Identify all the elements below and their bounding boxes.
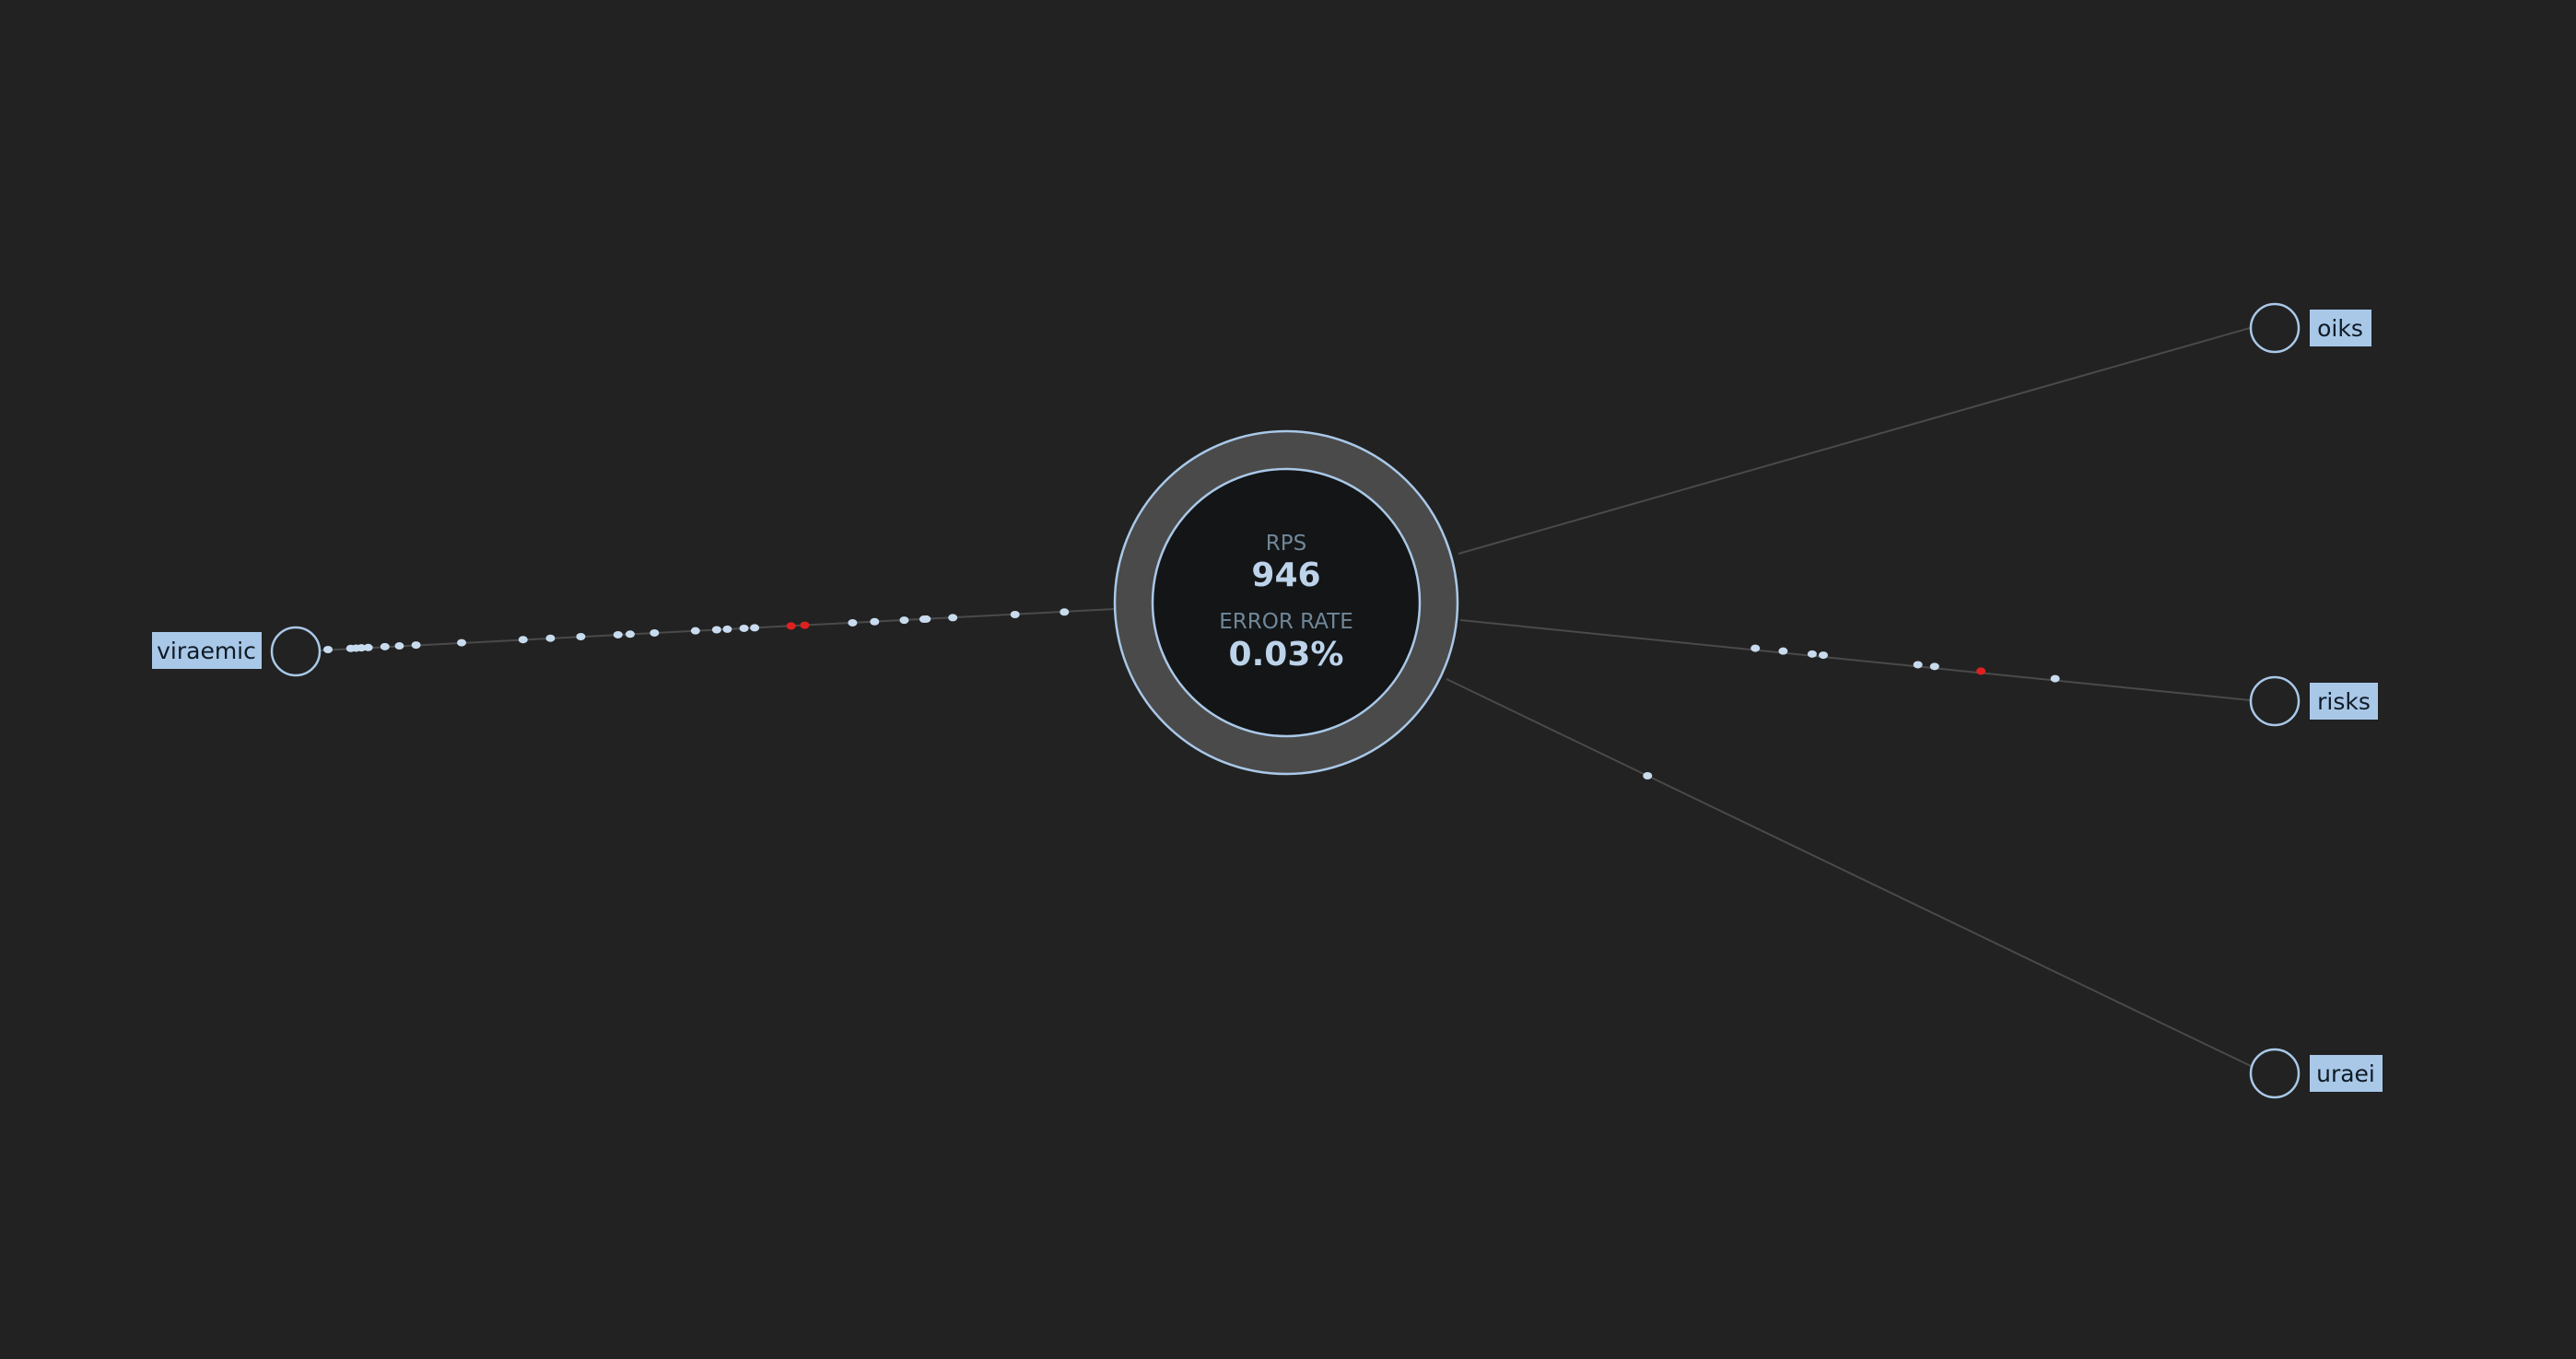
traffic-particle-ok-viraemic: [394, 642, 404, 650]
traffic-particle-ok-risks: [1778, 647, 1788, 655]
center-core: [1151, 467, 1422, 738]
traffic-particle-ok-viraemic: [576, 633, 586, 641]
node-circle-uraei: [2249, 1048, 2301, 1099]
node-circle-risks: [2249, 675, 2301, 727]
traffic-particle-error-viraemic: [800, 621, 810, 629]
node-viraemic[interactable]: viraemic: [152, 626, 322, 677]
edge-uraei: [1446, 678, 2252, 1067]
node-circle-oiks: [2249, 302, 2301, 354]
node-label-risks: risks: [2317, 688, 2371, 715]
traffic-particle-ok-uraei: [1643, 772, 1653, 779]
edge-risks: [1459, 619, 2251, 701]
traffic-particle-ok-viraemic: [711, 626, 721, 634]
traffic-particle-ok-risks: [2050, 674, 2060, 683]
rps-value: 946: [1251, 556, 1320, 594]
traffic-particle-ok-viraemic: [870, 617, 880, 626]
traffic-particle-ok-viraemic: [380, 642, 390, 650]
traffic-particle-ok-viraemic: [1010, 610, 1020, 618]
node-risks[interactable]: risks: [2249, 675, 2378, 727]
node-circle-viraemic: [270, 626, 322, 677]
traffic-particle-ok-viraemic: [323, 646, 333, 653]
center-service[interactable]: RPS 946 ERROR RATE 0.03%: [1113, 429, 1459, 776]
rps-label: RPS: [1266, 532, 1306, 556]
traffic-particle-ok-viraemic: [518, 636, 528, 644]
node-uraei[interactable]: uraei: [2249, 1048, 2383, 1099]
traffic-particle-ok-risks: [1929, 662, 1939, 671]
traffic-particle-error-viraemic: [786, 622, 796, 630]
traffic-particle-ok-viraemic: [750, 624, 760, 632]
error-rate-value: 0.03%: [1229, 636, 1344, 674]
node-label-viraemic: viraemic: [157, 638, 256, 664]
traffic-particle-ok-viraemic: [948, 614, 958, 622]
node-label-uraei: uraei: [2316, 1060, 2375, 1087]
traffic-particle-ok-viraemic: [545, 634, 556, 642]
traffic-particle-ok-risks: [1819, 651, 1829, 660]
traffic-particle-ok-viraemic: [722, 625, 732, 633]
traffic-particle-ok-viraemic: [1060, 608, 1070, 616]
traffic-particle-ok-viraemic: [690, 627, 700, 635]
traffic-particle-ok-viraemic: [411, 641, 421, 650]
traffic-particle-ok-viraemic: [848, 618, 858, 627]
traffic-particle-ok-viraemic: [363, 643, 373, 651]
traffic-particle-ok-viraemic: [921, 615, 931, 623]
traffic-particle-ok-viraemic: [457, 638, 467, 647]
traffic-particle-ok-risks: [1913, 661, 1923, 669]
traffic-particle-ok-viraemic: [613, 630, 623, 638]
service-graph: RPS 946 ERROR RATE 0.03% viraemic oiks r…: [0, 0, 2576, 1354]
traffic-particle-ok-viraemic: [739, 624, 749, 632]
traffic-diagram: RPS 946 ERROR RATE 0.03% viraemic oiks r…: [152, 302, 2383, 1099]
error-rate-label: ERROR RATE: [1219, 610, 1352, 634]
traffic-particle-ok-viraemic: [650, 628, 660, 637]
traffic-particle-ok-risks: [1751, 644, 1761, 652]
traffic-particle-ok-viraemic: [625, 630, 635, 638]
traffic-particle-ok-risks: [1807, 650, 1817, 658]
node-oiks[interactable]: oiks: [2249, 302, 2371, 354]
traffic-particle-ok-viraemic: [899, 616, 909, 625]
node-label-oiks: oiks: [2317, 315, 2363, 342]
traffic-particle-error-risks: [1976, 667, 1986, 675]
edge-oiks: [1458, 327, 2251, 555]
